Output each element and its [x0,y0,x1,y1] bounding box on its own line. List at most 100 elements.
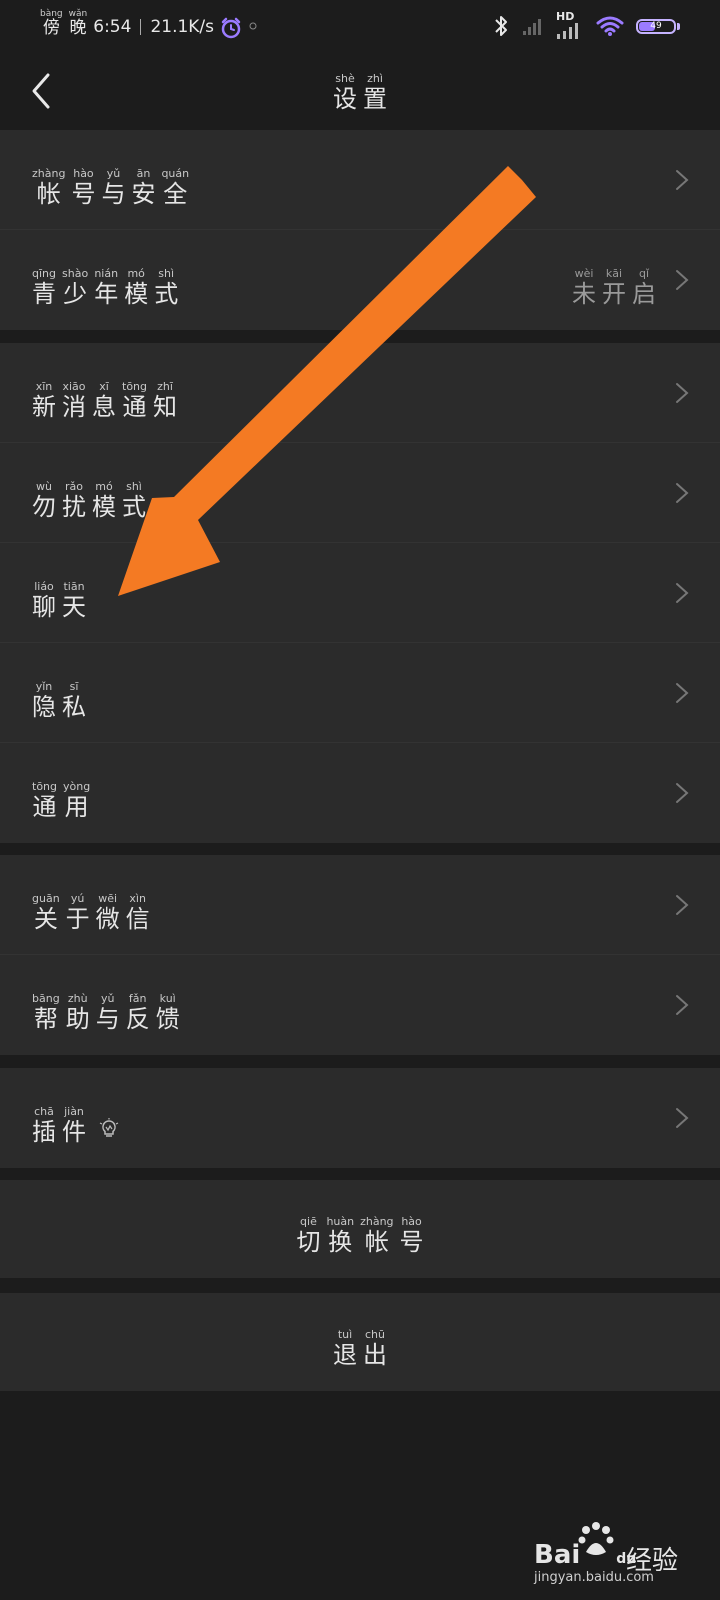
bluetooth-icon [495,16,507,36]
switch-account-button[interactable]: qiē 切 huàn 换 zhàng 帐 hào 号 [0,1180,720,1278]
hanzi: 安 [131,180,156,208]
row-label: yǐn 隐 sī 私 [32,675,86,719]
hanzi: 聊 [32,593,56,621]
logout-button[interactable]: tuì 退 chū 出 [0,1293,720,1391]
watermark-brand: Bai du [534,1540,637,1570]
baidu-watermark: Bai du 经验 jingyan.baidu.com [520,1522,690,1586]
settings-group-account: zhàng 帐 hào 号 yǔ 与 ān 安 quán 全 qīng 青 shào 少 nián 年 mó 模… [0,130,720,330]
ruby-char: quán 全 [161,168,189,206]
ruby-char: yǔ 与 [101,168,125,206]
battery-icon: 49 [636,18,676,34]
hanzi: 模 [92,493,116,521]
hanzi: 式 [122,493,146,521]
time-prefix-char-1: bàng 傍 [40,9,63,38]
hanzi: 私 [62,693,86,721]
hanzi: 微 [95,905,120,933]
row-teen-mode[interactable]: qīng 青 shào 少 nián 年 mó 模 shì 式 wèi 未 kāi 开 qǐ 启 [0,230,720,330]
row-help-feedback[interactable]: bāng 帮 zhù 助 yǔ 与 fǎn 反 kuì 馈 [0,955,720,1055]
ruby-char: zhàng 帐 [360,1216,393,1254]
ruby-char: qǐ 启 [632,268,656,306]
ruby-char: zhī 知 [153,381,177,419]
hanzi: 新 [32,393,56,421]
settings-group-main: xīn 新 xiāo 消 xī 息 tōng 通 zhī 知 wù 勿 rǎo 扰 mó 模 shì 式 liá… [0,343,720,843]
ruby-char: wù 勿 [32,481,56,519]
hanzi: 与 [101,180,126,208]
ruby-char: sī 私 [62,681,86,719]
row-label: chā 插 jiàn 件 [32,1100,86,1144]
ruby-char: xiāo 消 [62,381,86,419]
ruby-char: hào 号 [71,168,95,206]
ruby-char: wēi 微 [96,893,120,931]
watermark-url: jingyan.baidu.com [534,1570,654,1585]
row-about-wechat[interactable]: guān 关 yú 于 wēi 微 xìn 信 [0,855,720,955]
hanzi: 扰 [62,493,86,521]
row-chat[interactable]: liáo 聊 tiān 天 [0,543,720,643]
page-title: shè 设 zhì 置 [0,67,720,111]
hanzi: 换 [328,1228,353,1256]
chevron-right-icon [676,995,689,1015]
hanzi: 用 [64,793,89,821]
battery-text: 49 [650,20,662,31]
hd-signal-bars-icon [557,23,578,39]
row-privacy[interactable]: yǐn 隐 sī 私 [0,643,720,743]
ruby-char: zhàng 帐 [32,168,65,206]
ruby-char: yòng 用 [63,781,90,819]
hanzi: 通 [32,793,57,821]
wifi-icon [596,16,624,36]
notification-dot-icon [249,22,257,30]
ruby-char: yú 于 [66,893,90,931]
ruby-char: chā 插 [32,1106,56,1144]
logout-label: tuì 退 chū 出 [0,1323,720,1367]
status-left: bàng 傍 wǎn 晚 6:54 21.1K/s [40,9,258,39]
ruby-char: zhù 助 [66,993,90,1031]
row-plugins[interactable]: chā 插 jiàn 件 [0,1068,720,1168]
chevron-right-icon [676,895,689,915]
chevron-right-icon [676,483,689,503]
status-right: HD 49 [492,10,680,39]
hanzi: 退 [333,1341,357,1369]
page-title-text: shè 设 zhì 置 [333,73,387,111]
ruby-char: zhì 置 [363,73,387,111]
hanzi: 于 [65,905,90,933]
row-new-message-notify[interactable]: xīn 新 xiāo 消 xī 息 tōng 通 zhī 知 [0,343,720,443]
ruby-char: shì 式 [122,481,146,519]
row-account-security[interactable]: zhàng 帐 hào 号 yǔ 与 ān 安 quán 全 [0,130,720,230]
hanzi: 出 [363,1341,387,1369]
ruby-char: tōng 通 [32,781,57,819]
chevron-right-icon [676,683,689,703]
ruby-char: mó 模 [92,481,116,519]
ruby-char: tuì 退 [333,1329,357,1367]
chevron-right-icon [676,270,689,290]
header: shè 设 zhì 置 [0,55,720,125]
hanzi: 助 [65,1005,90,1033]
hd-signal: HD [556,10,584,39]
hanzi: 未 [572,280,596,308]
hanzi: 与 [95,1005,120,1033]
ruby-char: liáo 聊 [32,581,56,619]
row-label: zhàng 帐 hào 号 yǔ 与 ān 安 quán 全 [32,162,189,206]
ruby-char: tiān 天 [62,581,86,619]
signal-bars-icon [523,19,541,35]
hanzi: 信 [125,905,150,933]
ruby-char: guān 关 [32,893,60,931]
ruby-char: jiàn 件 [62,1106,86,1144]
hanzi: 帐 [36,180,61,208]
teen-mode-status: wèi 未 kāi 开 qǐ 启 [572,262,656,306]
hanzi: 开 [602,280,626,308]
ruby-char: qiē 切 [296,1216,320,1254]
hanzi: 年 [94,280,119,308]
hanzi: 消 [62,393,86,421]
row-do-not-disturb[interactable]: wù 勿 rǎo 扰 mó 模 shì 式 [0,443,720,543]
ruby-char: huàn 换 [326,1216,354,1254]
row-general[interactable]: tōng 通 yòng 用 [0,743,720,843]
switch-account-label: qiē 切 huàn 换 zhàng 帐 hào 号 [0,1210,720,1254]
ruby-char: tōng 通 [122,381,147,419]
ruby-char: fǎn 反 [126,993,150,1031]
hanzi: 关 [33,905,58,933]
chevron-right-icon [676,170,689,190]
battery-indicator: 49 [636,18,680,34]
settings-group-about: guān 关 yú 于 wēi 微 xìn 信 bāng 帮 zhù 助 yǔ 与 fǎn 反 kuì 馈 [0,855,720,1055]
hanzi: 帐 [364,1228,389,1256]
chevron-right-icon [676,583,689,603]
hanzi: 隐 [32,693,56,721]
